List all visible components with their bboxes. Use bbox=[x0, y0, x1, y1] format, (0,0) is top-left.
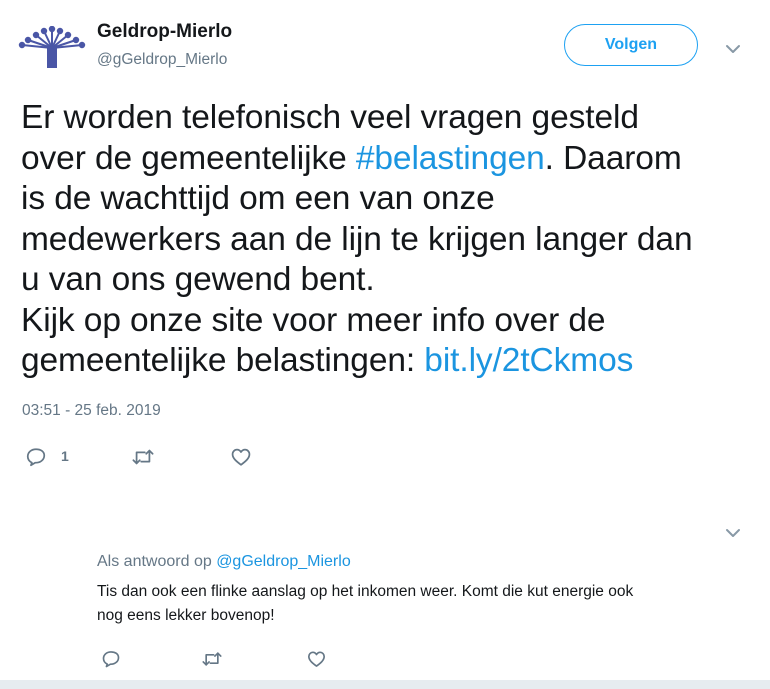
reply-context: Als antwoord op @gGeldrop_Mierlo bbox=[97, 553, 351, 571]
reply-context-prefix: Als antwoord op bbox=[97, 553, 217, 570]
reply-menu-chevron-down-icon[interactable] bbox=[724, 526, 742, 538]
tweet-timestamp[interactable]: 03:51 - 25 feb. 2019 bbox=[22, 402, 161, 420]
bottom-divider bbox=[0, 680, 770, 689]
tweet-text: Er worden telefonisch veel vragen gestel… bbox=[21, 98, 761, 382]
heart-icon[interactable] bbox=[306, 649, 327, 669]
tree-logo-icon bbox=[18, 25, 86, 68]
hashtag-link[interactable]: #belastingen bbox=[356, 140, 545, 177]
follow-button[interactable]: Volgen bbox=[564, 24, 698, 66]
tweet-line: is de wachttijd om een van onze bbox=[21, 180, 495, 217]
reply-line: nog eens lekker bovenop! bbox=[97, 607, 275, 624]
retweet-icon[interactable] bbox=[131, 446, 155, 468]
heart-icon[interactable] bbox=[230, 446, 252, 468]
reply-count: 1 bbox=[61, 448, 69, 464]
reply-context-handle[interactable]: @gGeldrop_Mierlo bbox=[216, 553, 351, 570]
retweet-icon[interactable] bbox=[201, 649, 223, 669]
url-link[interactable]: bit.ly/2tCkmos bbox=[424, 342, 633, 379]
user-handle[interactable]: @gGeldrop_Mierlo bbox=[97, 51, 227, 69]
tweet-line: u van ons gewend bent. bbox=[21, 261, 375, 298]
tweet-line: Kijk op onze site voor meer info over de bbox=[21, 301, 606, 339]
avatar[interactable] bbox=[18, 25, 86, 72]
tweet-text-segment: . Daarom bbox=[544, 139, 682, 177]
display-name[interactable]: Geldrop-Mierlo bbox=[97, 21, 232, 43]
tweet-line: gemeentelijke belastingen: bit.ly/2tCkmo… bbox=[21, 341, 761, 382]
tweet-line: medewerkers aan de lijn te krijgen lange… bbox=[21, 220, 693, 258]
tweet-text-segment: over de gemeentelijke bbox=[21, 139, 356, 177]
tweet-menu-chevron-down-icon[interactable] bbox=[724, 42, 742, 54]
tweet-line: over de gemeentelijke #belastingen. Daar… bbox=[21, 139, 761, 180]
reply-icon[interactable] bbox=[25, 446, 47, 468]
reply-line: Tis dan ook een flinke aanslag op het in… bbox=[97, 583, 634, 600]
tweet-line: Er worden telefonisch veel vragen gestel… bbox=[21, 99, 639, 136]
tweet-text-segment: gemeentelijke belastingen: bbox=[21, 342, 425, 379]
reply-icon[interactable] bbox=[101, 649, 121, 669]
reply-text: Tis dan ook een flinke aanslag op het in… bbox=[97, 580, 737, 628]
